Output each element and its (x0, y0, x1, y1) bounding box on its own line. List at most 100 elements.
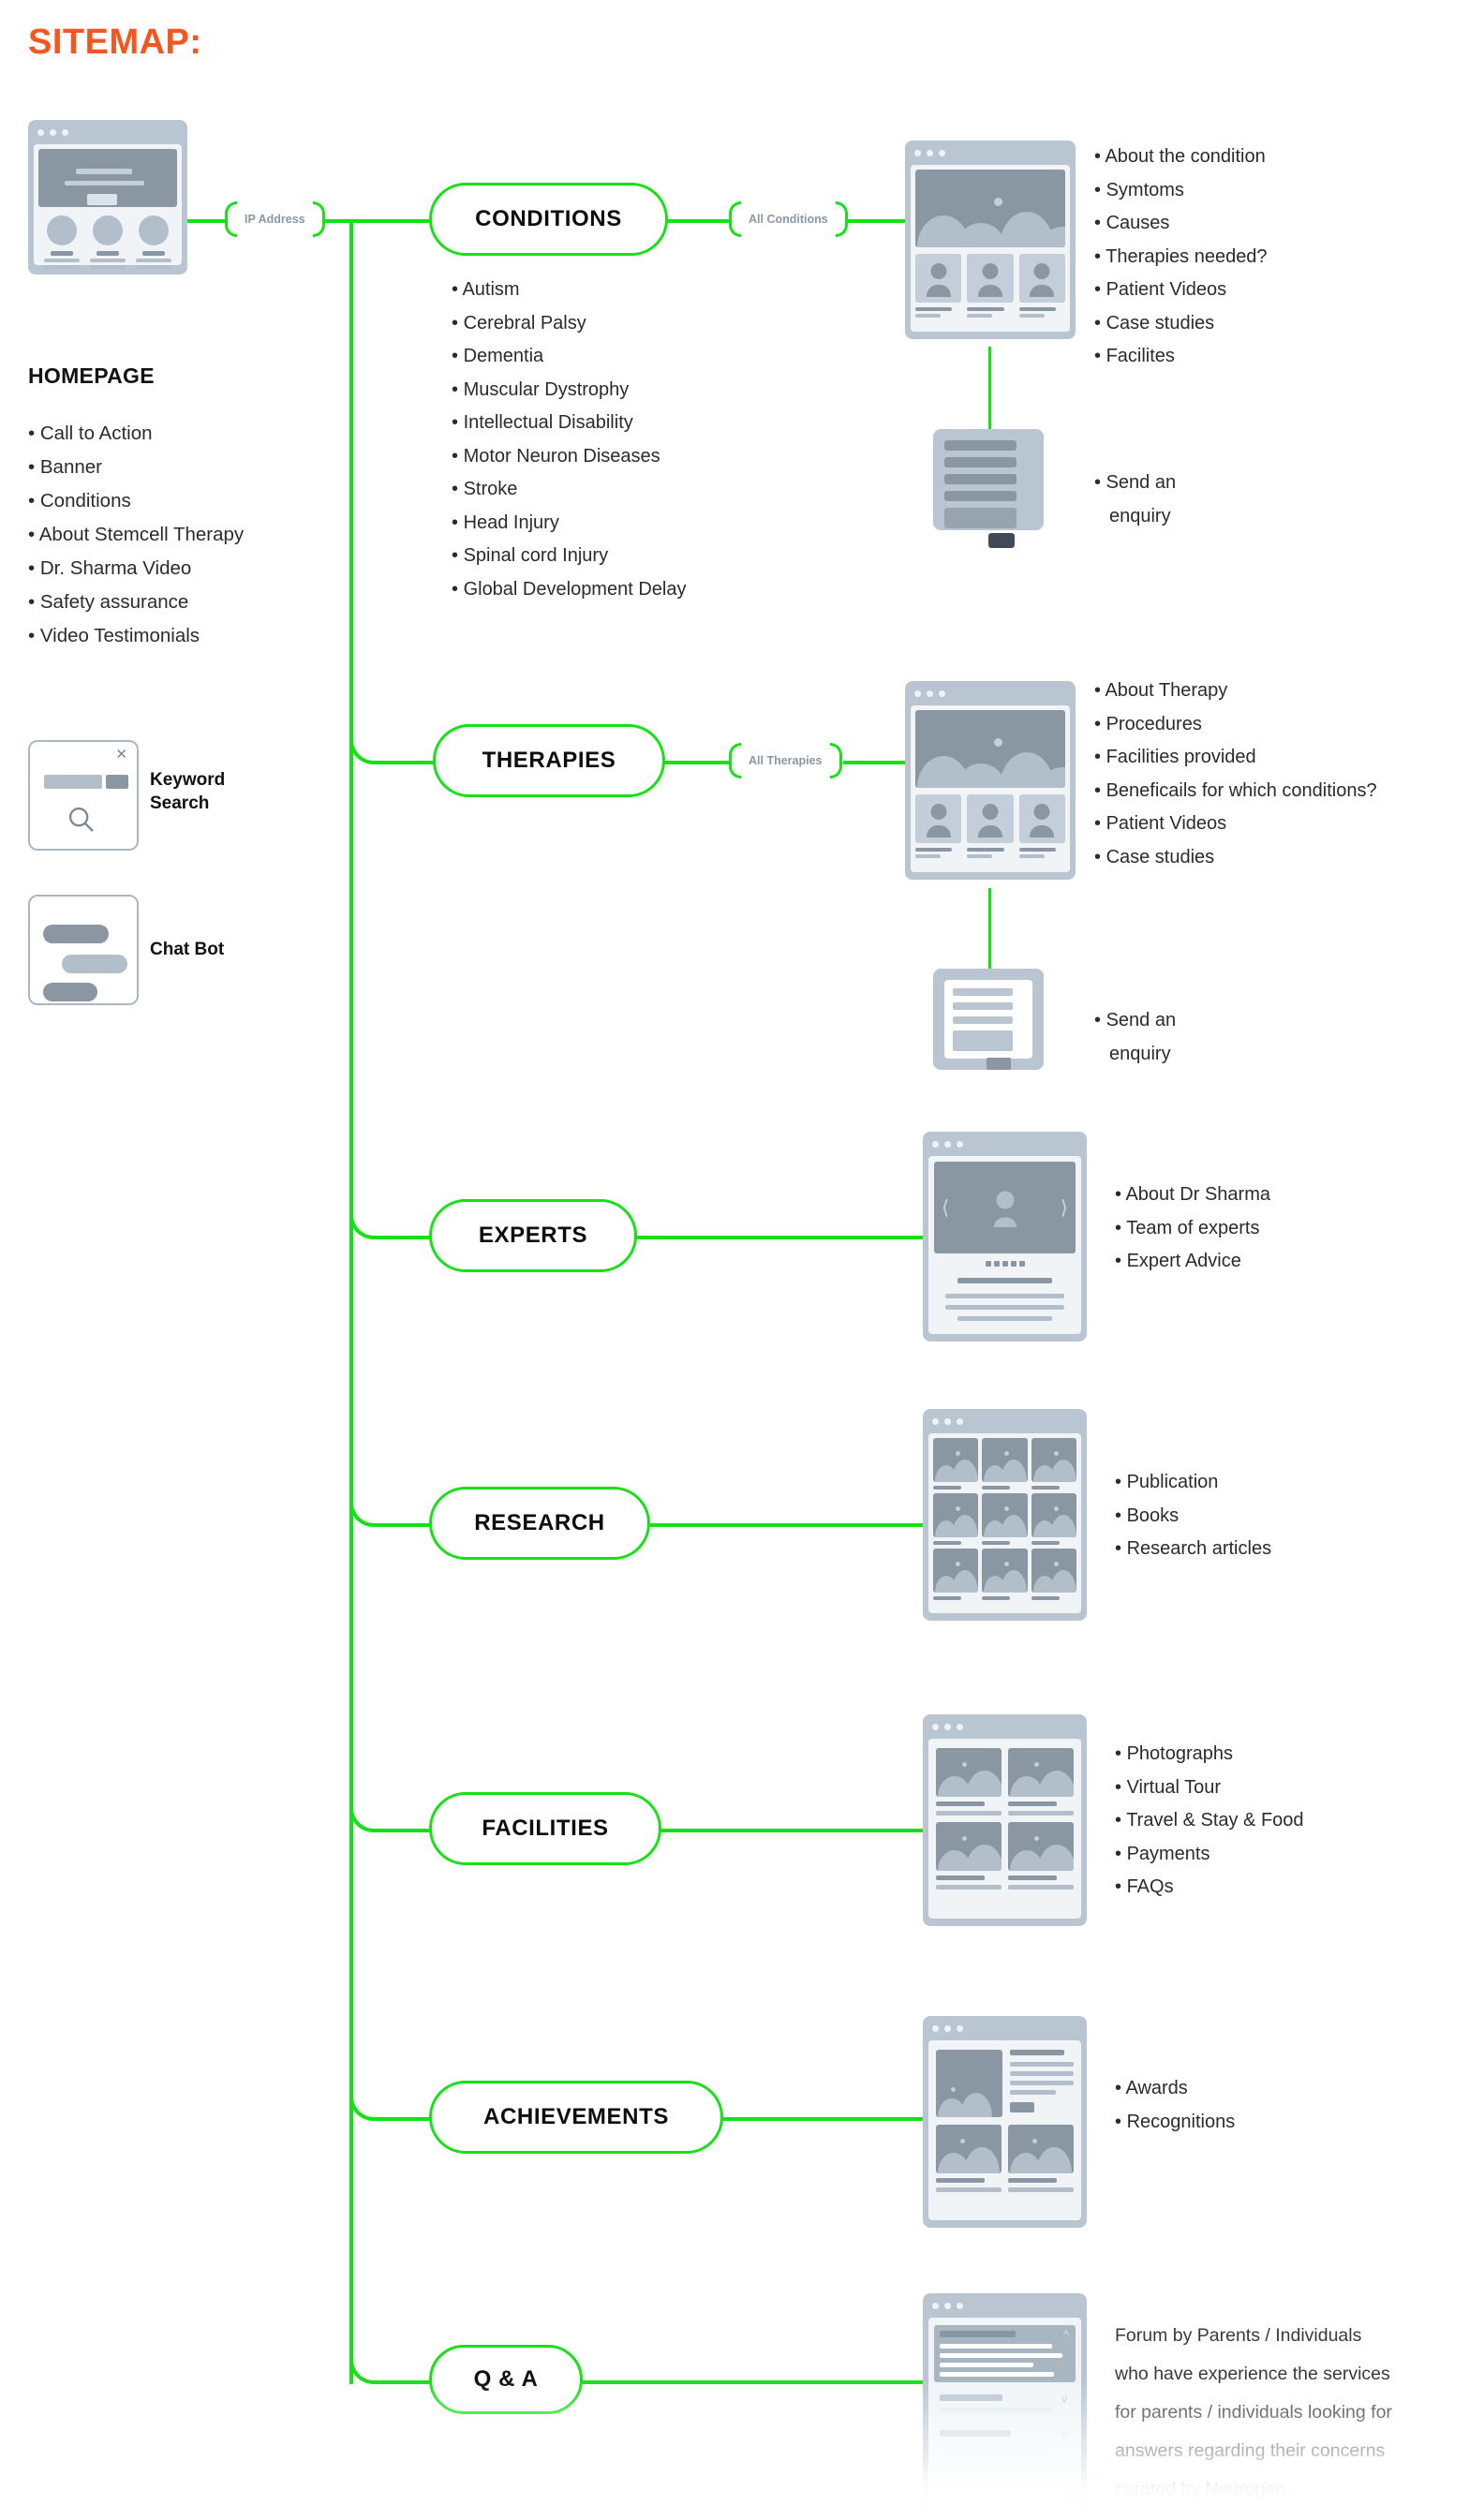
list-item: • Banner (28, 456, 102, 478)
list-item: • Motor Neuron Diseases (452, 445, 660, 467)
node-facilities[interactable]: FACILITIES (429, 1792, 661, 1865)
connector-line (412, 2380, 431, 2384)
close-icon[interactable]: ✕ (115, 746, 127, 763)
form-field (944, 474, 1017, 484)
list-item: • Recognitions (1115, 2111, 1236, 2132)
connector-line (721, 2117, 926, 2121)
list-item: • Publication (1115, 1472, 1219, 1492)
window-dot-icon (62, 128, 68, 136)
sitemap-canvas: SITEMAP: HOMEPAGE • Call to Action • Ban… (0, 0, 1484, 2520)
list-item: • Muscular Dystrophy (452, 378, 630, 400)
accordion-item-open[interactable]: ^ (934, 2325, 1076, 2382)
list-item: • Patient Videos (1094, 813, 1227, 834)
list-item: • Beneficails for which conditions? (1094, 779, 1377, 801)
qa-description-line: answers regarding their concerns (1115, 2440, 1386, 2461)
list-item: • About the condition (1094, 146, 1266, 167)
connector-line (843, 219, 905, 223)
grid-card (982, 1549, 1028, 1600)
form-textarea (953, 1030, 1013, 1051)
form-field (953, 1016, 1013, 1024)
connector-line (843, 761, 905, 764)
bracket-left-icon (729, 743, 741, 778)
connector-label-ip-address: IP Address (225, 201, 325, 237)
grid-card (933, 1438, 979, 1490)
qa-description-line: curated by Neurogen. (1115, 2479, 1291, 2499)
node-therapies[interactable]: THERAPIES (433, 724, 665, 797)
list-item: • Autism (452, 279, 520, 300)
feature-image (936, 2050, 1002, 2117)
research-wireframe (923, 1409, 1087, 1621)
feature-column (88, 215, 126, 269)
grid-card (1008, 1748, 1074, 1816)
keyword-search-label: Keyword Search (150, 770, 226, 813)
list-item: • Causes (1094, 213, 1170, 233)
search-input[interactable] (44, 775, 102, 789)
window-dot-icon (932, 1417, 939, 1425)
hero-banner (38, 149, 177, 207)
node-research[interactable]: RESEARCH (429, 1487, 650, 1560)
list-item: • Video Testimonials (28, 625, 200, 646)
form-field (953, 1002, 1013, 1010)
window-body: ⟨ ⟩ (928, 1156, 1081, 1334)
window-dot-icon (932, 2302, 939, 2309)
chevron-down-icon[interactable]: ∨ (1060, 2427, 1069, 2442)
feature-column (135, 215, 173, 269)
form-submit-button (987, 1058, 1012, 1070)
accordion-item[interactable]: ∨ (934, 2389, 1076, 2418)
content-card (915, 794, 962, 843)
node-achievements[interactable]: ACHIEVEMENTS (429, 2081, 723, 2154)
list-item: • Facilities provided (1094, 747, 1256, 767)
node-conditions[interactable]: CONDITIONS (429, 183, 668, 256)
qa-wireframe: ^ ∨ ∨ (923, 2293, 1087, 2514)
connector-line (635, 1236, 926, 1239)
node-experts[interactable]: EXPERTS (429, 1199, 637, 1272)
window-dot-icon (957, 2302, 963, 2309)
carousel-dots[interactable] (934, 1261, 1076, 1267)
achievements-wireframe (923, 2016, 1087, 2228)
form-textarea (944, 508, 1017, 528)
conditions-wireframe (905, 141, 1076, 339)
card-grid (933, 1438, 1076, 1600)
carousel-prev-icon[interactable]: ⟨ (942, 1196, 949, 1220)
person-avatar-icon (993, 1191, 1017, 1227)
connector-line (349, 219, 434, 223)
grid-card (1031, 1438, 1076, 1490)
window-titlebar (905, 141, 1076, 165)
window-dot-icon (944, 2302, 951, 2309)
connector-line (988, 347, 991, 431)
accordion-item[interactable]: ∨ (934, 2424, 1076, 2453)
qa-description-line: for parents / individuals looking for (1115, 2402, 1392, 2423)
connector-line (648, 1523, 926, 1527)
qa-description-line: who have experience the services (1115, 2364, 1390, 2384)
chat-bot-widget[interactable] (28, 895, 139, 1005)
form-field (944, 457, 1017, 467)
list-item: • Patient Videos (1094, 279, 1227, 300)
list-item: • About Therapy (1094, 680, 1228, 701)
list-item: • Stroke (452, 479, 518, 499)
window-dot-icon (957, 1723, 963, 1730)
chevron-down-icon[interactable]: ∨ (1060, 2392, 1069, 2407)
window-dot-icon (914, 689, 921, 697)
window-dot-icon (37, 128, 44, 136)
connector-elbow (349, 1484, 420, 1527)
homepage-items: • Call to Action • Banner • Conditions •… (28, 417, 244, 653)
chevron-up-icon[interactable]: ^ (1063, 2328, 1069, 2342)
feature-row (936, 2050, 1074, 2117)
facilities-wireframe (923, 1714, 1087, 1926)
conditions-detail-items: • About the condition • Symtoms • Causes… (1094, 141, 1268, 374)
list-item: • Symtoms (1094, 179, 1184, 200)
list-item: • FAQs (1115, 1876, 1174, 1897)
keyword-search-widget[interactable]: ✕ (28, 740, 139, 851)
search-button[interactable] (106, 775, 128, 789)
form-field (944, 491, 1017, 501)
list-item: • Therapies needed? (1094, 245, 1268, 267)
node-qa[interactable]: Q & A (429, 2345, 583, 2414)
form-field (944, 440, 1017, 451)
grid-card (982, 1438, 1028, 1490)
carousel-next-icon[interactable]: ⟩ (1061, 1196, 1068, 1220)
window-dot-icon (932, 1140, 939, 1148)
therapies-detail-items: • About Therapy • Procedures • Facilitie… (1094, 674, 1377, 874)
bracket-left-icon (729, 201, 741, 237)
window-body (928, 1739, 1081, 1919)
window-body (928, 1433, 1081, 1613)
